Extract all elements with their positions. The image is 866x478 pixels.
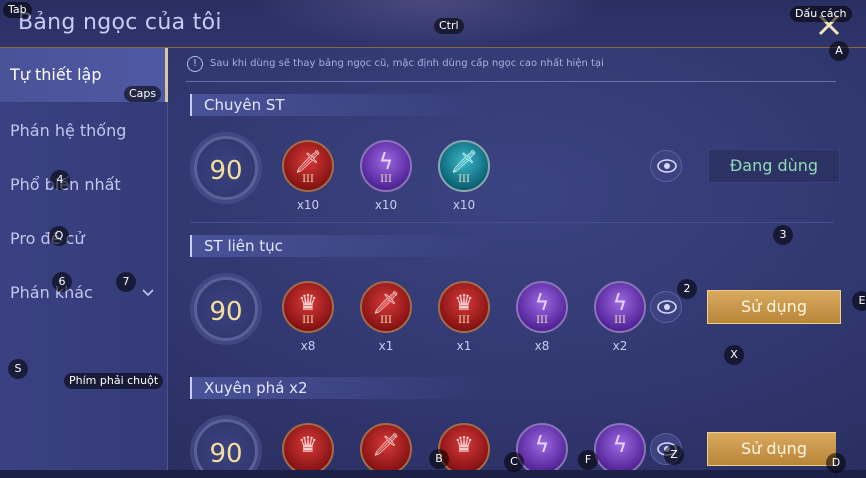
key-hint-e: E: [852, 291, 866, 311]
rune-gem[interactable]: ϟ III: [516, 281, 568, 333]
crown-icon: ♛: [298, 291, 318, 316]
gem-tier: III: [302, 315, 314, 326]
key-hint-x: X: [724, 345, 744, 365]
key-hint-z: Z: [664, 445, 684, 465]
use-button[interactable]: Sử dụng: [707, 290, 841, 324]
gem-tier: III: [536, 315, 548, 326]
gem-count: x10: [452, 198, 476, 212]
level-badge: 90: [194, 419, 258, 470]
gem-count: x10: [296, 198, 320, 212]
gem-tier: III: [458, 315, 470, 326]
sword-icon: 🗡: [450, 150, 478, 175]
sidebar-item-other[interactable]: Phán khác: [0, 266, 168, 320]
gem-count: x2: [612, 339, 628, 353]
rune-gem[interactable]: ϟ: [594, 423, 646, 470]
rune-page-screen: Bảng ngọc của tôi Tự thiết lập Phán hệ t…: [0, 0, 866, 478]
key-hint-f: F: [578, 450, 598, 470]
sidebar-item-system[interactable]: Phán hệ thống: [0, 104, 168, 158]
sword-icon: 🗡: [372, 433, 400, 458]
lightning-icon: ϟ: [534, 433, 550, 458]
eye-icon: [657, 300, 677, 314]
key-hint-right-click: Phím phải chuột: [64, 373, 164, 389]
section-header: Xuyên phá x2: [190, 377, 490, 399]
lightning-icon: ϟ: [612, 433, 628, 458]
rune-gem[interactable]: 🗡 III: [360, 281, 412, 333]
key-hint-c: C: [504, 452, 524, 472]
gem-count: x8: [300, 339, 316, 353]
header-glow: [250, 0, 610, 48]
key-hint-d: D: [826, 453, 846, 473]
gem-tier: III: [302, 174, 314, 185]
key-hint-a: A: [829, 41, 849, 61]
header: Bảng ngọc của tôi: [0, 0, 866, 48]
section-title: ST liên tục: [204, 237, 283, 255]
level-value: 90: [209, 156, 243, 186]
preview-button[interactable]: [650, 291, 682, 323]
key-hint-s: S: [8, 359, 28, 379]
bottom-bar: [0, 470, 866, 478]
lightning-icon: ϟ: [378, 150, 394, 175]
rune-gem[interactable]: 🗡: [360, 423, 412, 470]
level-value: 90: [209, 439, 243, 469]
sidebar-item-pro[interactable]: Pro đề cử: [0, 212, 168, 266]
rune-gem[interactable]: 🗡 III: [282, 140, 334, 192]
key-hint-6: 6: [52, 272, 72, 292]
sidebar-item-label: Tự thiết lập: [10, 65, 102, 84]
key-hint-ctrl: Ctrl: [434, 18, 464, 34]
section-title: Xuyên phá x2: [204, 379, 308, 397]
key-hint-tab: Tab: [3, 2, 32, 18]
section-header: ST liên tục: [190, 235, 490, 257]
divider: [190, 222, 834, 223]
gem-tier: III: [380, 315, 392, 326]
gem-tier: III: [458, 174, 470, 185]
key-hint-caps: Caps: [124, 86, 162, 102]
section-header: Chuyên ST: [190, 94, 490, 116]
rune-set-1: Chuyên ST 90 🗡 III x10 ϟ III x10 🗡 III x…: [186, 94, 840, 224]
sidebar-item-label: Phán khác: [10, 283, 93, 302]
info-icon: !: [187, 56, 203, 72]
sidebar: Tự thiết lập Phán hệ thống Phổ biến nhất…: [0, 48, 168, 478]
lightning-icon: ϟ: [534, 291, 550, 316]
rune-gem[interactable]: 🗡 III: [438, 140, 490, 192]
key-hint-q: Q: [49, 226, 69, 246]
notice-bar: ! Sau khi dùng sẽ thay bảng ngọc cũ, mặc…: [186, 54, 836, 82]
key-hint-4: 4: [50, 170, 70, 190]
use-button[interactable]: Sử dụng: [707, 432, 836, 466]
sword-icon: 🗡: [294, 150, 322, 175]
key-hint-2: 2: [677, 279, 697, 299]
section-title: Chuyên ST: [204, 96, 285, 114]
rune-gem[interactable]: ϟ III: [360, 140, 412, 192]
sidebar-item-popular[interactable]: Phổ biến nhất: [0, 158, 168, 212]
key-hint-7: 7: [116, 272, 136, 292]
key-hint-3: 3: [773, 225, 793, 245]
gem-count: x1: [456, 339, 472, 353]
level-badge: 90: [194, 277, 258, 341]
crown-icon: ♛: [298, 433, 318, 458]
rune-gem[interactable]: ♛: [282, 423, 334, 470]
gem-tier: III: [380, 174, 392, 185]
crown-icon: ♛: [454, 291, 474, 316]
level-value: 90: [209, 297, 243, 327]
lightning-icon: ϟ: [612, 291, 628, 316]
preview-button[interactable]: [650, 150, 682, 182]
eye-icon: [657, 159, 677, 173]
in-use-button[interactable]: Đang dùng: [708, 149, 840, 183]
rune-set-2: ST liên tục 90 ♛ III x8 🗡 III x1 ♛ III x…: [186, 235, 841, 360]
key-hint-b: B: [429, 449, 449, 469]
rune-gem[interactable]: ♛ III: [438, 281, 490, 333]
gem-count: x8: [534, 339, 550, 353]
sidebar-item-label: Pro đề cử: [10, 229, 85, 248]
level-badge: 90: [194, 136, 258, 200]
notice-text: Sau khi dùng sẽ thay bảng ngọc cũ, mặc đ…: [210, 58, 604, 69]
rune-gem[interactable]: ♛ III: [282, 281, 334, 333]
sidebar-item-label: Phán hệ thống: [10, 121, 127, 140]
gem-tier: III: [614, 315, 626, 326]
gem-count: x10: [374, 198, 398, 212]
sword-icon: 🗡: [372, 291, 400, 316]
page-title: Bảng ngọc của tôi: [18, 10, 222, 35]
gem-count: x1: [378, 339, 394, 353]
rune-gem[interactable]: ϟ III: [594, 281, 646, 333]
key-hint-space: Dấu cách: [790, 6, 852, 22]
chevron-down-icon: [141, 266, 155, 343]
